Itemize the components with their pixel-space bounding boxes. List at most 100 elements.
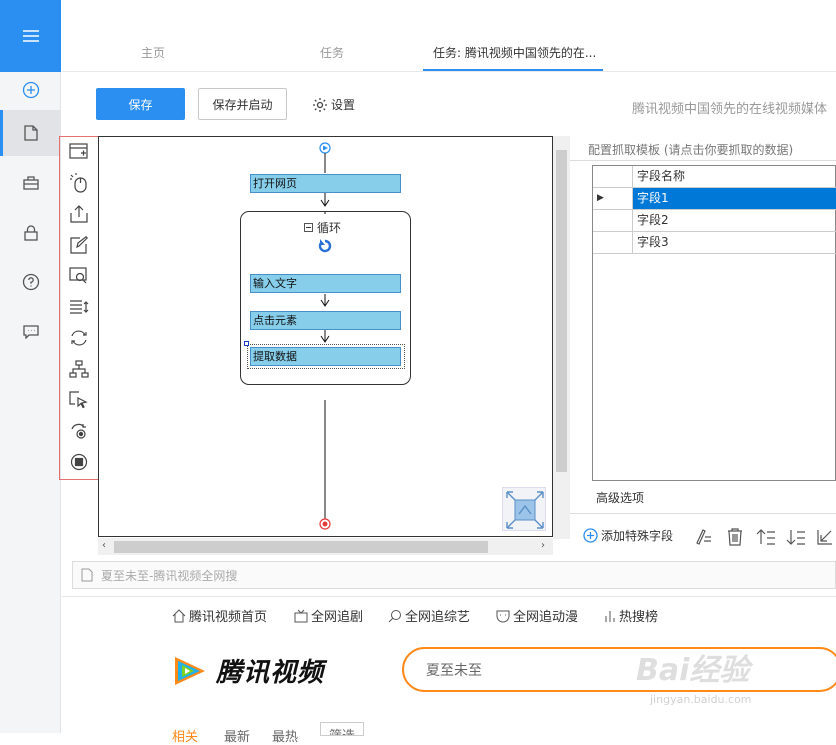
export-icon: [817, 530, 832, 545]
step-input-text[interactable]: 输入文字: [250, 274, 401, 293]
nav-help[interactable]: [0, 262, 61, 302]
tool-click[interactable]: [60, 169, 98, 197]
advanced-options[interactable]: 高级选项: [596, 489, 644, 506]
tab-tasks[interactable]: 任务: [320, 44, 344, 61]
nav-hot-search[interactable]: 热搜榜: [604, 606, 658, 625]
save-and-start-button[interactable]: 保存并启动: [198, 88, 287, 120]
document-icon: [23, 125, 38, 141]
advanced-divider: [570, 513, 836, 514]
scroll-left-arrow-icon[interactable]: ‹: [102, 540, 106, 551]
lock-icon: [23, 225, 38, 241]
config-template-title: 配置抓取模板 (请点击你要抓取的数据): [588, 143, 794, 157]
field-row-1[interactable]: 字段1: [633, 188, 836, 210]
move-down-icon: [786, 530, 805, 545]
loop-refresh-icon: [318, 239, 332, 253]
result-tab-related[interactable]: 相关: [172, 726, 198, 745]
tool-select[interactable]: [60, 386, 98, 414]
export-button[interactable]: [816, 528, 834, 549]
step-extract-data[interactable]: 提取数据: [250, 347, 401, 366]
nav-drama[interactable]: 全网追剧: [294, 606, 363, 625]
tool-extract[interactable]: [60, 262, 98, 290]
home-icon: [172, 608, 186, 622]
nav-drama-label: 全网追剧: [311, 610, 364, 625]
result-tab-hottest[interactable]: 最热: [272, 726, 298, 745]
step-click-element[interactable]: 点击元素: [250, 311, 401, 330]
tencent-video-logo[interactable]: 腾讯视频: [172, 652, 324, 689]
settings-button[interactable]: 设置: [312, 96, 355, 113]
tool-input-text[interactable]: [60, 231, 98, 259]
gear-icon: [313, 97, 327, 112]
delete-field-button[interactable]: [726, 528, 744, 549]
tab-home[interactable]: 主页: [141, 44, 165, 61]
tv-icon: [294, 609, 308, 622]
nav-message[interactable]: [0, 312, 61, 352]
move-down-button[interactable]: [786, 528, 806, 549]
tab-current-task[interactable]: 任务: 腾讯视频中国领先的在...: [433, 44, 596, 61]
nav-tasks[interactable]: [0, 110, 61, 156]
cursor-select-icon: [69, 391, 88, 409]
nav-tencent-home-label: 腾讯视频首页: [189, 610, 268, 625]
edit-field-button[interactable]: [694, 528, 712, 549]
scroll-right-arrow-icon[interactable]: ›: [541, 540, 545, 551]
save-button[interactable]: 保存: [96, 88, 185, 120]
result-tab-latest[interactable]: 最新: [224, 726, 250, 745]
sitemap-icon: [69, 360, 89, 378]
nav-variety-label: 全网追综艺: [405, 610, 471, 625]
tool-open-page[interactable]: [60, 138, 98, 166]
baidu-watermark: Bai经验: [636, 653, 750, 688]
tencent-video-play-icon: [175, 656, 205, 685]
field-grid[interactable]: 字段名称 ▶ 字段1 字段2 字段3: [592, 165, 836, 481]
fit-view-icon: [506, 491, 544, 529]
nav-anime[interactable]: 全网追动漫: [496, 606, 578, 625]
browser-divider: [62, 596, 836, 597]
tool-upload[interactable]: [60, 200, 98, 228]
nav-toolbox[interactable]: [0, 163, 61, 203]
field-row-3[interactable]: 字段3: [633, 232, 836, 254]
canvas-hscroll-thumb[interactable]: [114, 541, 488, 553]
task-title: 腾讯视频中国领先的在线视频媒体: [632, 102, 828, 117]
hamburger-icon: [22, 30, 39, 42]
add-special-field-label: 添加特殊字段: [601, 529, 674, 543]
add-special-field-button[interactable]: 添加特殊字段: [583, 527, 673, 544]
move-up-button[interactable]: [756, 528, 776, 549]
toolbox-icon: [22, 176, 39, 190]
nav-anime-label: 全网追动漫: [513, 610, 579, 625]
baidu-watermark-url: jingyan.baidu.com: [650, 693, 752, 706]
menu-button[interactable]: [0, 0, 61, 72]
page-title-text: 夏至未至-腾讯视频全网搜: [101, 568, 238, 583]
nav-hot-search-label: 热搜榜: [619, 610, 659, 625]
search-frame-icon: [69, 267, 87, 284]
bar-chart-icon: [605, 610, 615, 622]
fit-view-button[interactable]: [502, 487, 546, 531]
edit-icon: [70, 236, 88, 254]
site-search-input[interactable]: 夏至未至: [402, 647, 836, 692]
selection-handle[interactable]: [244, 341, 249, 346]
tool-list[interactable]: [60, 293, 98, 321]
list-sort-icon: [70, 300, 89, 314]
help-icon: [22, 273, 39, 291]
tool-loop-target[interactable]: [60, 417, 98, 445]
loop-label: 循环: [317, 221, 342, 235]
tool-stop[interactable]: [60, 448, 98, 476]
add-task-button[interactable]: [0, 70, 61, 110]
result-filter-button[interactable]: 筛选: [320, 722, 365, 736]
nav-tencent-home[interactable]: 腾讯视频首页: [172, 606, 267, 625]
settings-label: 设置: [331, 98, 356, 112]
grid-column-header: 字段名称: [633, 166, 836, 188]
pencil-list-icon: [696, 529, 711, 545]
open-page-icon: [69, 143, 88, 159]
tool-loop[interactable]: [60, 324, 98, 352]
page-icon: [81, 568, 93, 582]
tool-branch[interactable]: [60, 355, 98, 383]
chat-icon: [22, 325, 39, 339]
row-indicator-icon: ▶: [593, 188, 633, 210]
loop-header[interactable]: 循环: [304, 219, 341, 236]
upload-icon: [70, 205, 88, 223]
field-row-2[interactable]: 字段2: [633, 210, 836, 232]
browser-address-bar[interactable]: 夏至未至-腾讯视频全网搜: [72, 561, 836, 589]
nav-variety[interactable]: 全网追综艺: [388, 606, 470, 625]
canvas-vscroll-thumb[interactable]: [556, 150, 567, 472]
trash-icon: [728, 528, 742, 546]
step-open-page[interactable]: 打开网页: [250, 174, 401, 193]
nav-lock[interactable]: [0, 213, 61, 253]
